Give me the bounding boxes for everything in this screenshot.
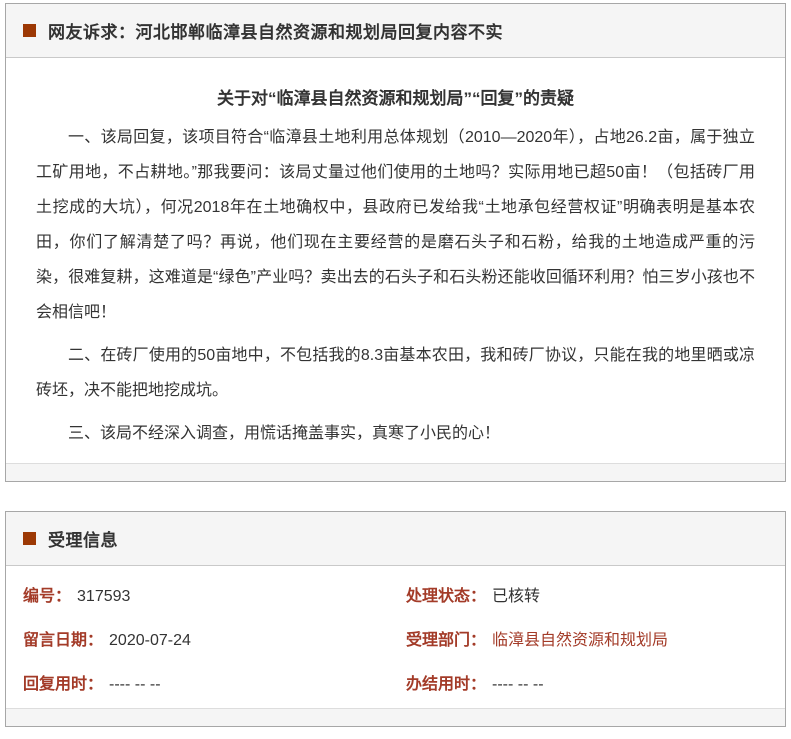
complaint-card-footer (6, 463, 785, 481)
field-completion-duration-value: ---- -- -- (492, 676, 544, 693)
complaint-paragraph-1: 一、该局回复，该项目符合“临漳县土地利用总体规划（2010—2020年），占地2… (36, 120, 755, 330)
field-case-number: 编号： 317593 (23, 582, 406, 612)
field-case-number-value: 317593 (77, 588, 130, 605)
field-message-date-value: 2020-07-24 (109, 632, 191, 649)
complaint-card-header: 网友诉求：河北邯郸临漳县自然资源和规划局回复内容不实 (6, 4, 785, 58)
field-completion-duration-label: 办结用时： (406, 676, 486, 693)
complaint-content-title: 关于对“临漳县自然资源和规划局”“回复”的责疑 (36, 84, 755, 114)
field-accepting-department: 受理部门： 临漳县自然资源和规划局 (406, 626, 765, 656)
field-process-status-value: 已核转 (492, 588, 540, 605)
field-message-date: 留言日期： 2020-07-24 (23, 626, 406, 656)
field-accepting-department-value: 临漳县自然资源和规划局 (492, 632, 668, 649)
field-process-status: 处理状态： 已核转 (406, 582, 765, 612)
field-case-number-label: 编号： (23, 588, 71, 605)
acceptance-info-card: 受理信息 编号： 317593 处理状态： 已核转 留言日期： 2020-07-24 … (5, 511, 786, 727)
complaint-card-title: 网友诉求：河北邯郸临漳县自然资源和规划局回复内容不实 (48, 18, 503, 43)
acceptance-card-title: 受理信息 (48, 526, 118, 551)
acceptance-card-footer (6, 708, 785, 726)
acceptance-fields-grid: 编号： 317593 处理状态： 已核转 留言日期： 2020-07-24 受理部门：… (23, 582, 765, 700)
field-message-date-label: 留言日期： (23, 632, 103, 649)
complaint-paragraph-2: 二、在砖厂使用的50亩地中，不包括我的8.3亩基本农田，我和砖厂协议，只能在我的… (36, 338, 755, 408)
field-process-status-label: 处理状态： (406, 588, 486, 605)
field-accepting-department-label: 受理部门： (406, 632, 486, 649)
field-reply-duration-value: ---- -- -- (109, 676, 161, 693)
field-reply-duration-label: 回复用时： (23, 676, 103, 693)
field-completion-duration: 办结用时： ---- -- -- (406, 670, 765, 700)
acceptance-card-header: 受理信息 (6, 512, 785, 566)
complaint-body: 关于对“临漳县自然资源和规划局”“回复”的责疑 一、该局回复，该项目符合“临漳县… (6, 58, 785, 463)
complaint-card: 网友诉求：河北邯郸临漳县自然资源和规划局回复内容不实 关于对“临漳县自然资源和规… (5, 3, 786, 482)
complaint-paragraph-3: 三、该局不经深入调查，用慌话掩盖事实，真寒了小民的心！ (36, 416, 755, 451)
acceptance-body: 编号： 317593 处理状态： 已核转 留言日期： 2020-07-24 受理部门：… (6, 566, 785, 708)
square-bullet-icon (23, 532, 36, 545)
field-reply-duration: 回复用时： ---- -- -- (23, 670, 406, 700)
square-bullet-icon (23, 24, 36, 37)
